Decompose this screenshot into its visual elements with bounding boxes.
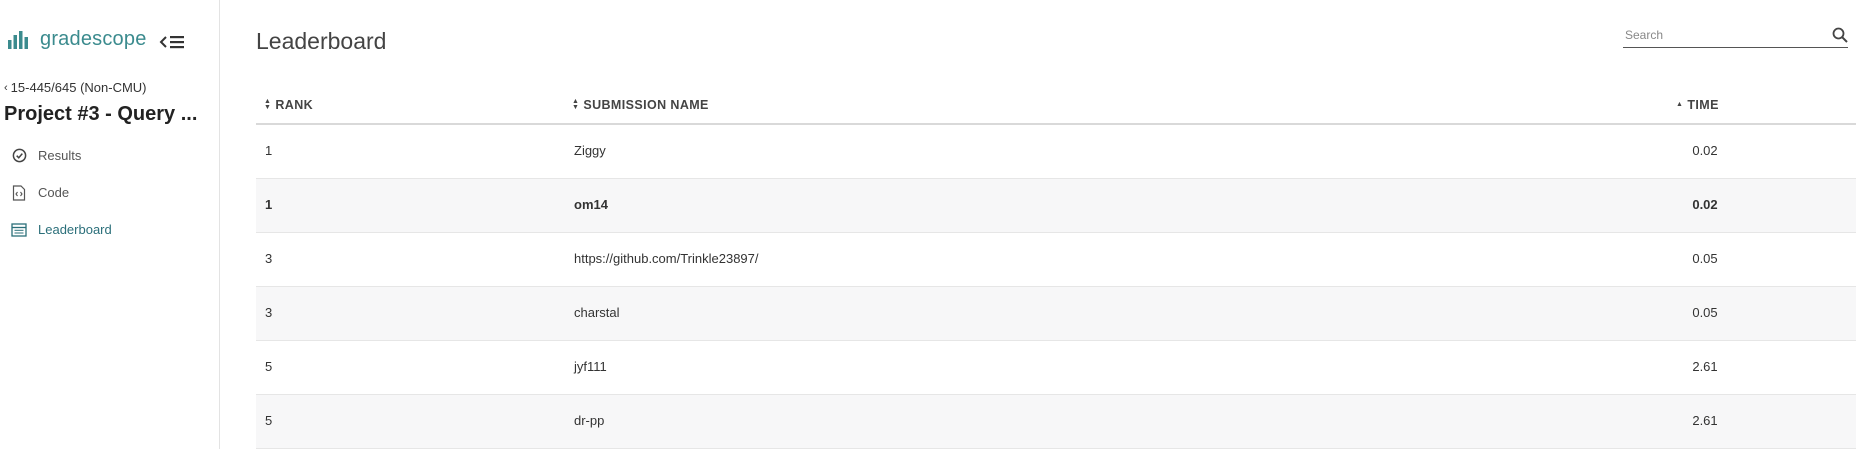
search-input[interactable] bbox=[1623, 24, 1823, 46]
column-header-submission-name[interactable]: ▲ ▼ SUBMISSION NAME bbox=[572, 98, 709, 112]
rank-cell: 5 bbox=[265, 359, 273, 374]
search-box bbox=[1623, 24, 1848, 48]
page-title: Leaderboard bbox=[256, 28, 387, 54]
brand[interactable]: gradescope bbox=[8, 28, 147, 51]
table-row: 3 https://github.com/Trinkle23897/ 0.05 bbox=[256, 233, 1856, 287]
time-cell: 0.05 bbox=[1692, 305, 1718, 320]
table-row-highlighted: 1 om14 0.02 bbox=[256, 179, 1856, 233]
table-row: 1 Ziggy 0.02 bbox=[256, 125, 1856, 179]
sidebar-nav: Results Code Leaderboard bbox=[0, 137, 220, 248]
sidebar-item-leaderboard[interactable]: Leaderboard bbox=[0, 211, 220, 248]
leaderboard-table: ▲ ▼ RANK ▲ ▼ SUBMISSION NAME ▲ TIME 1 Zigg… bbox=[256, 86, 1856, 449]
rank-cell: 1 bbox=[265, 197, 273, 212]
rank-cell: 5 bbox=[265, 413, 273, 428]
time-cell: 0.02 bbox=[1692, 143, 1718, 158]
sort-icon: ▲ ▼ bbox=[264, 98, 272, 111]
rank-cell: 3 bbox=[265, 251, 273, 266]
column-header-time[interactable]: ▲ TIME bbox=[1676, 98, 1719, 112]
main-content: Leaderboard ▲▼ RANK ▲▼ SUBMISSION NAME ▲… bbox=[220, 0, 1856, 449]
brand-name: gradescope bbox=[40, 28, 147, 50]
check-circle-icon bbox=[11, 148, 27, 164]
sidebar-item-label: Leaderboard bbox=[38, 222, 112, 237]
column-header-label: SUBMISSION NAME bbox=[583, 98, 709, 112]
course-link-label: 15-445/645 (Non-CMU) bbox=[10, 80, 147, 95]
submission-name-cell: om14 bbox=[574, 197, 608, 212]
gradescope-logo-icon bbox=[8, 30, 28, 49]
collapse-sidebar-icon[interactable] bbox=[159, 33, 187, 51]
submission-name-cell: dr-pp bbox=[574, 413, 605, 428]
sort-icon: ▲ ▼ bbox=[572, 98, 580, 111]
chevron-left-icon: ‹ bbox=[4, 81, 8, 94]
sidebar-item-label: Code bbox=[38, 185, 70, 200]
table-row: 3 charstal 0.05 bbox=[256, 287, 1856, 341]
rank-cell: 1 bbox=[265, 143, 273, 158]
time-cell: 2.61 bbox=[1692, 413, 1718, 428]
submission-name-cell: Ziggy bbox=[574, 143, 606, 158]
sidebar-item-code[interactable]: Code bbox=[0, 174, 220, 211]
time-cell: 2.61 bbox=[1692, 359, 1718, 374]
table-row: 5 dr-pp 2.61 bbox=[256, 395, 1856, 449]
time-cell: 0.02 bbox=[1692, 197, 1718, 212]
course-back-link[interactable]: ‹ 15-445/645 (Non-CMU) bbox=[4, 80, 147, 95]
code-file-icon bbox=[11, 184, 27, 201]
table-row: 5 jyf111 2.61 bbox=[256, 341, 1856, 395]
submission-name-cell: charstal bbox=[574, 305, 620, 320]
submission-name-cell: https://github.com/Trinkle23897/ bbox=[574, 251, 759, 266]
rank-cell: 3 bbox=[265, 305, 273, 320]
assignment-title: Project #3 - Query ... bbox=[4, 103, 198, 125]
column-header-rank[interactable]: ▲ ▼ RANK bbox=[264, 98, 313, 112]
sidebar: gradescope ‹ 15-445/645 (Non-CMU) Projec… bbox=[0, 0, 220, 449]
column-header-label: RANK bbox=[275, 98, 314, 112]
table-header: ▲ ▼ RANK ▲ ▼ SUBMISSION NAME ▲ TIME bbox=[256, 86, 1856, 125]
time-cell: 0.05 bbox=[1692, 251, 1718, 266]
sidebar-item-results[interactable]: Results bbox=[0, 137, 220, 174]
sidebar-item-label: Results bbox=[38, 148, 82, 163]
search-icon[interactable] bbox=[1832, 27, 1848, 43]
leaderboard-icon bbox=[11, 222, 27, 238]
sort-ascending-icon: ▲ bbox=[1676, 101, 1684, 108]
column-header-label: TIME bbox=[1687, 98, 1719, 112]
submission-name-cell: jyf111 bbox=[574, 359, 607, 374]
